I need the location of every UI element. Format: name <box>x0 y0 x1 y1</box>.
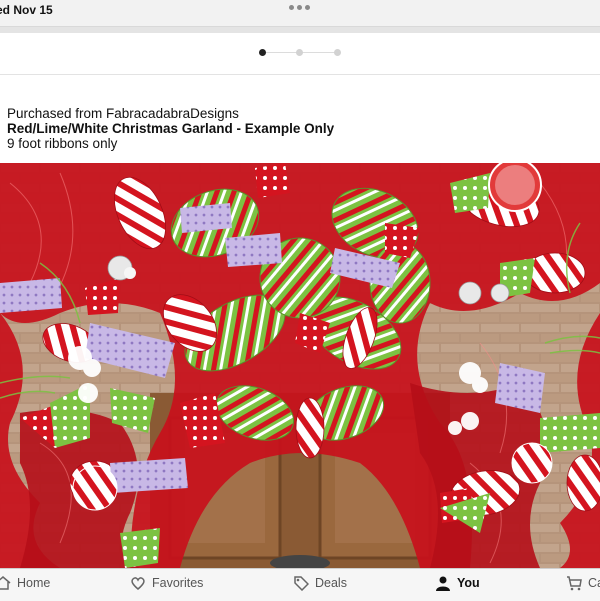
tab-cart-label: Ca <box>588 576 600 590</box>
tab-home[interactable]: Home <box>0 574 50 592</box>
divider <box>0 74 600 75</box>
listing-note: 9 foot ribbons only <box>7 136 118 151</box>
tab-favorites[interactable]: Favorites <box>129 574 203 592</box>
home-icon <box>0 574 12 592</box>
listing-photo[interactable] <box>0 163 600 568</box>
pager-dot-1[interactable] <box>259 49 266 56</box>
tab-bar: Home Favorites Deals You Ca <box>0 568 600 601</box>
heart-icon <box>129 574 147 592</box>
garland-photo <box>0 163 600 568</box>
pager-dot-3[interactable] <box>334 49 341 56</box>
tab-home-label: Home <box>17 576 51 590</box>
tab-you[interactable]: You <box>434 574 480 592</box>
tab-you-label: You <box>457 576 480 590</box>
listing-caption: Purchased from FabracadabraDesigns Red/L… <box>7 106 597 151</box>
status-bar: ed Nov 15 <box>0 0 600 27</box>
tab-deals[interactable]: Deals <box>292 574 347 592</box>
shop-line[interactable]: Purchased from FabracadabraDesigns <box>7 106 597 121</box>
tab-cart[interactable]: Ca <box>565 574 600 592</box>
listing-title[interactable]: Red/Lime/White Christmas Garland - Examp… <box>7 121 597 136</box>
tag-icon <box>292 574 310 592</box>
cart-icon <box>565 574 583 592</box>
status-date: ed Nov 15 <box>0 3 53 17</box>
person-icon <box>434 574 452 592</box>
image-pager[interactable] <box>0 33 600 73</box>
tab-favorites-label: Favorites <box>152 576 204 590</box>
tab-deals-label: Deals <box>315 576 347 590</box>
multitasking-handle-icon[interactable] <box>289 5 310 10</box>
pager-dot-2[interactable] <box>296 49 303 56</box>
